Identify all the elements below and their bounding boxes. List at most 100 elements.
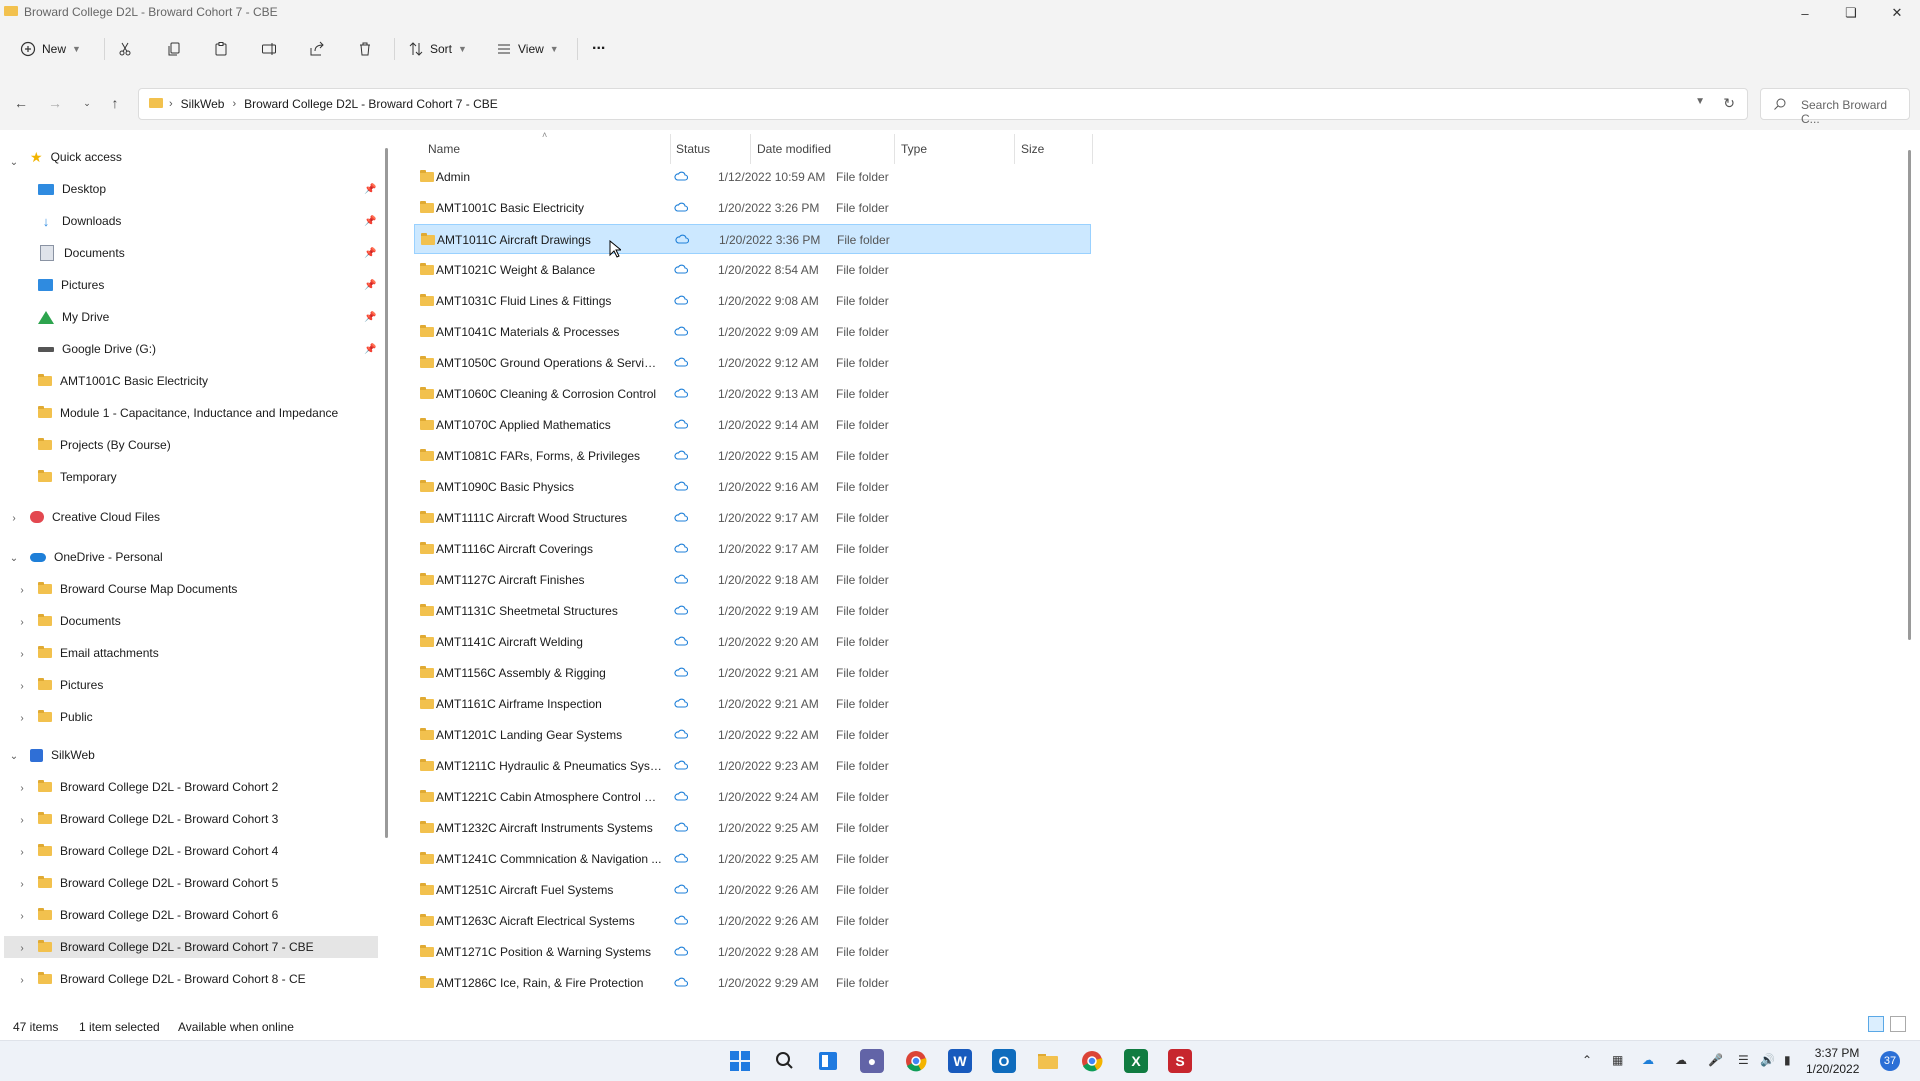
details-view-icon[interactable] bbox=[1868, 1016, 1884, 1032]
nav-downloads[interactable]: ↓ Downloads bbox=[38, 210, 122, 232]
nav-my-drive[interactable]: My Drive bbox=[38, 306, 109, 328]
nav-folder-projects[interactable]: Projects (By Course) bbox=[38, 434, 171, 456]
battery-icon[interactable]: ▮ bbox=[1784, 1053, 1791, 1067]
chevron-right-icon[interactable]: › bbox=[16, 713, 28, 724]
file-row[interactable]: AMT1232C Aircraft Instruments Systems 1/2… bbox=[414, 813, 1091, 843]
chevron-right-icon[interactable]: › bbox=[16, 815, 28, 826]
file-row[interactable]: AMT1111C Aircraft Wood Structures 1/20/20… bbox=[414, 503, 1091, 533]
paste-button[interactable] bbox=[213, 38, 229, 60]
file-row[interactable]: Admin 1/12/2022 10:59 AM File folder bbox=[414, 162, 1091, 192]
app-s-icon[interactable]: S bbox=[1168, 1049, 1192, 1073]
nav-silkweb-item[interactable]: Broward College D2L - Broward Cohort 2 bbox=[38, 776, 278, 798]
pin-icon[interactable]: 📌 bbox=[364, 248, 376, 259]
new-button[interactable]: New ▼ bbox=[20, 38, 81, 60]
chevron-right-icon[interactable]: › bbox=[16, 911, 28, 922]
chevron-right-icon[interactable]: › bbox=[16, 783, 28, 794]
file-explorer-icon[interactable] bbox=[1036, 1049, 1060, 1073]
column-header-size[interactable]: Size bbox=[1021, 138, 1044, 160]
file-row[interactable]: AMT1116C Aircraft Coverings 1/20/2022 9:1… bbox=[414, 534, 1091, 564]
file-row[interactable]: AMT1141C Aircraft Welding 1/20/2022 9:20 … bbox=[414, 627, 1091, 657]
nav-quick-access[interactable]: ★ Quick access bbox=[30, 146, 122, 168]
nav-pictures[interactable]: Pictures bbox=[38, 274, 104, 296]
file-row[interactable]: AMT1263C Aicraft Electrical Systems 1/20/… bbox=[414, 906, 1091, 936]
delete-button[interactable] bbox=[357, 38, 373, 60]
file-row[interactable]: AMT1070C Applied Mathematics 1/20/2022 9:… bbox=[414, 410, 1091, 440]
chevron-right-icon[interactable]: › bbox=[16, 975, 28, 986]
more-options-button[interactable]: ... bbox=[592, 34, 605, 56]
file-row[interactable]: AMT1081C FARs, Forms, & Privileges 1/20/2… bbox=[414, 441, 1091, 471]
file-row[interactable]: AMT1156C Assembly & Rigging 1/20/2022 9:2… bbox=[414, 658, 1091, 688]
nav-silkweb-item[interactable]: Broward College D2L - Broward Cohort 3 bbox=[38, 808, 278, 830]
refresh-icon[interactable]: ↻ bbox=[1723, 95, 1735, 112]
column-divider[interactable] bbox=[670, 134, 671, 164]
tiles-view-icon[interactable] bbox=[1890, 1016, 1906, 1032]
pin-icon[interactable]: 📌 bbox=[364, 216, 376, 227]
chevron-right-icon[interactable]: › bbox=[16, 879, 28, 890]
outlook-icon[interactable]: O bbox=[992, 1049, 1016, 1073]
pin-icon[interactable]: 📌 bbox=[364, 312, 376, 323]
view-button[interactable]: View ▼ bbox=[496, 38, 559, 60]
column-header-name[interactable]: Name bbox=[428, 138, 460, 160]
nav-desktop[interactable]: Desktop bbox=[38, 178, 106, 200]
microphone-icon[interactable]: 🎤 bbox=[1708, 1053, 1723, 1067]
cut-button[interactable] bbox=[117, 38, 133, 60]
column-header-status[interactable]: Status bbox=[676, 138, 710, 160]
chevron-right-icon[interactable]: › bbox=[16, 681, 28, 692]
nav-folder-temporary[interactable]: Temporary bbox=[38, 466, 117, 488]
nav-folder-module-1[interactable]: Module 1 - Capacitance, Inductance and I… bbox=[38, 402, 338, 424]
file-row[interactable]: AMT1127C Aircraft Finishes 1/20/2022 9:18… bbox=[414, 565, 1091, 595]
nav-silkweb-item[interactable]: Broward College D2L - Broward Cohort 4 bbox=[38, 840, 278, 862]
speaker-icon[interactable]: 🔊 bbox=[1760, 1053, 1775, 1067]
chevron-right-icon[interactable]: › bbox=[8, 513, 20, 524]
column-header-type[interactable]: Type bbox=[901, 138, 927, 160]
forward-arrow-icon[interactable]: → bbox=[46, 94, 64, 112]
chevron-right-icon[interactable]: › bbox=[16, 847, 28, 858]
sort-button[interactable]: Sort ▼ bbox=[408, 38, 467, 60]
nav-creative-cloud[interactable]: Creative Cloud Files bbox=[30, 506, 160, 528]
nav-documents[interactable]: Documents bbox=[38, 242, 125, 264]
chevron-down-icon[interactable]: ⌄ bbox=[8, 553, 20, 564]
file-row[interactable]: AMT1060C Cleaning & Corrosion Control 1/2… bbox=[414, 379, 1091, 409]
file-row[interactable]: AMT1251C Aircraft Fuel Systems 1/20/2022 … bbox=[414, 875, 1091, 905]
word-icon[interactable]: W bbox=[948, 1049, 972, 1073]
widgets-icon[interactable] bbox=[816, 1049, 840, 1073]
nav-silkweb-item[interactable]: Broward College D2L - Broward Cohort 5 bbox=[38, 872, 278, 894]
wifi-icon[interactable]: ☰ bbox=[1738, 1053, 1749, 1067]
nav-scrollbar[interactable] bbox=[385, 148, 388, 838]
file-row[interactable]: AMT1286C Ice, Rain, & Fire Protection 1/2… bbox=[414, 968, 1091, 998]
breadcrumb-silkweb[interactable]: SilkWeb bbox=[181, 97, 225, 111]
search-icon[interactable] bbox=[772, 1049, 796, 1073]
chevron-right-icon[interactable]: › bbox=[16, 617, 28, 628]
clock[interactable]: 3:37 PM 1/20/2022 bbox=[1806, 1045, 1859, 1077]
chevron-right-icon[interactable]: › bbox=[16, 649, 28, 660]
chevron-right-icon[interactable]: › bbox=[16, 585, 28, 596]
restore-button[interactable]: ❏ bbox=[1828, 0, 1874, 26]
nav-folder-amt1001c[interactable]: AMT1001C Basic Electricity bbox=[38, 370, 208, 392]
file-row[interactable]: AMT1090C Basic Physics 1/20/2022 9:16 AM F… bbox=[414, 472, 1091, 502]
file-row[interactable]: AMT1201C Landing Gear Systems 1/20/2022 9… bbox=[414, 720, 1091, 750]
chat-icon[interactable]: ● bbox=[860, 1049, 884, 1073]
nav-silkweb-item-selected[interactable]: Broward College D2L - Broward Cohort 7 -… bbox=[4, 936, 378, 958]
file-row[interactable]: AMT1001C Basic Electricity 1/20/2022 3:26… bbox=[414, 193, 1091, 223]
file-row[interactable]: AMT1161C Airframe Inspection 1/20/2022 9:… bbox=[414, 689, 1091, 719]
nav-onedrive[interactable]: OneDrive - Personal bbox=[30, 546, 163, 568]
file-row[interactable]: AMT1050C Ground Operations & Servicing 1/… bbox=[414, 348, 1091, 378]
search-box[interactable]: Search Broward C... bbox=[1760, 88, 1910, 126]
file-row[interactable]: AMT1271C Position & Warning Systems 1/20/… bbox=[414, 937, 1091, 967]
rename-button[interactable] bbox=[261, 38, 277, 60]
chevron-down-icon[interactable]: ⌄ bbox=[8, 751, 20, 762]
pin-icon[interactable]: 📌 bbox=[364, 280, 376, 291]
onedrive-icon[interactable]: ☁ bbox=[1642, 1053, 1654, 1067]
copy-button[interactable] bbox=[166, 38, 182, 60]
file-row[interactable]: AMT1041C Materials & Processes 1/20/2022 … bbox=[414, 317, 1091, 347]
file-row[interactable]: AMT1221C Cabin Atmosphere Control Sy... 1… bbox=[414, 782, 1091, 812]
nav-google-drive[interactable]: Google Drive (G:) bbox=[38, 338, 156, 360]
nav-onedrive-item[interactable]: Broward Course Map Documents bbox=[38, 578, 237, 600]
chevron-right-icon[interactable]: › bbox=[16, 943, 28, 954]
chrome-icon[interactable] bbox=[1080, 1049, 1104, 1073]
nav-onedrive-item[interactable]: Documents bbox=[38, 610, 121, 632]
file-row-selected[interactable]: AMT1011C Aircraft Drawings 1/20/2022 3:36… bbox=[414, 224, 1091, 254]
chevron-down-icon[interactable]: ⌄ bbox=[8, 157, 20, 168]
pin-icon[interactable]: 📌 bbox=[364, 184, 376, 195]
column-divider[interactable] bbox=[1092, 134, 1093, 164]
